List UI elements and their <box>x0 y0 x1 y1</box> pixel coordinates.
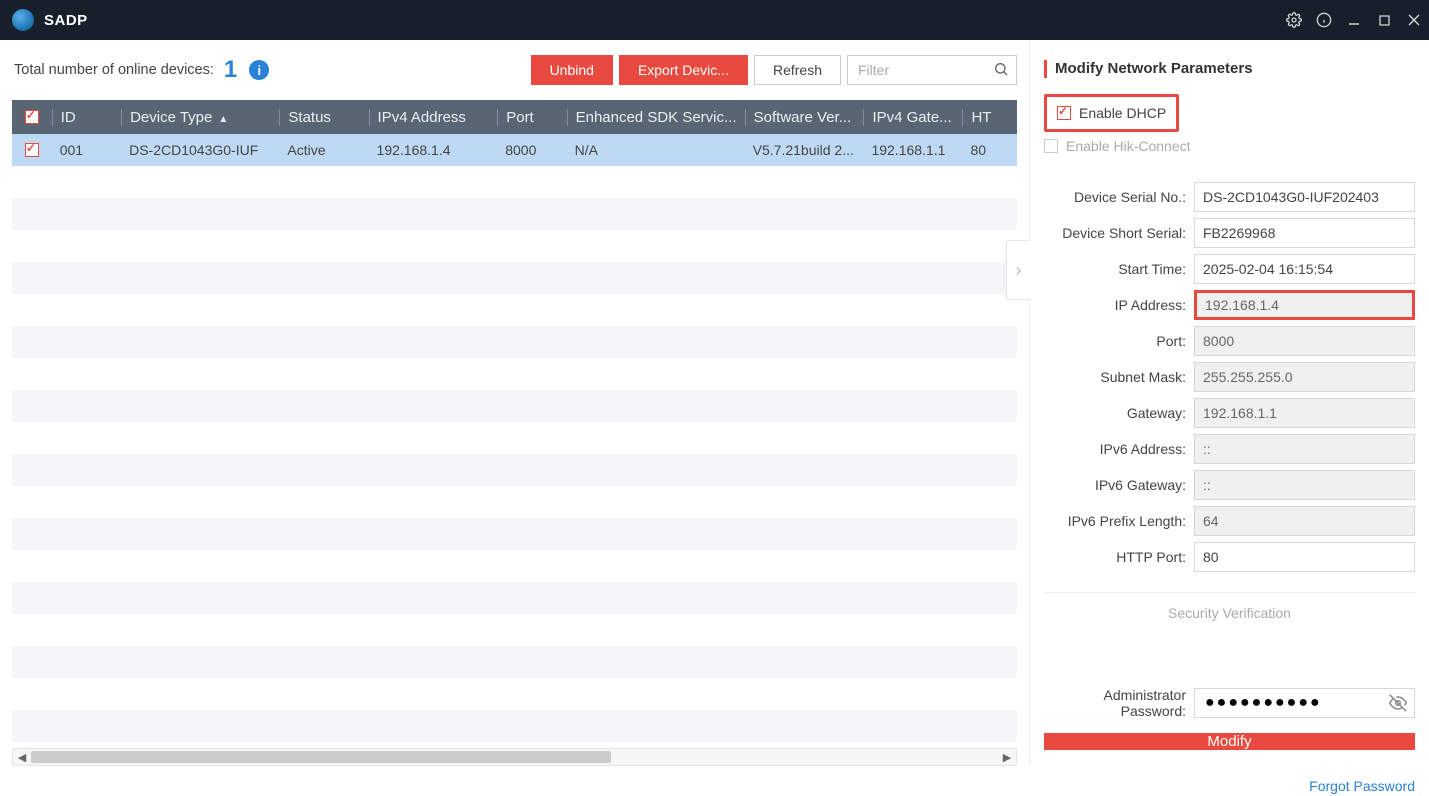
total-devices-count: 1 <box>224 56 237 84</box>
label-ipv6gw: IPv6 Gateway: <box>1044 477 1194 493</box>
device-table: ID Device Type▲ Status IPv4 Address Port… <box>12 100 1017 766</box>
modify-button[interactable]: Modify <box>1044 733 1415 750</box>
enable-dhcp-highlight: Enable DHCP <box>1044 94 1179 132</box>
scroll-thumb[interactable] <box>31 751 611 763</box>
field-port[interactable]: 8000 <box>1194 326 1415 356</box>
header-sdk[interactable]: Enhanced SDK Servic... <box>567 109 745 126</box>
field-gateway[interactable]: 192.168.1.1 <box>1194 398 1415 428</box>
enable-hik-checkbox[interactable] <box>1044 139 1058 153</box>
field-ip[interactable]: 192.168.1.4 <box>1194 290 1415 320</box>
enable-dhcp-checkbox[interactable] <box>1057 106 1071 120</box>
cell-http: 80 <box>962 142 1017 158</box>
maximize-icon[interactable] <box>1369 0 1399 40</box>
table-header: ID Device Type▲ Status IPv4 Address Port… <box>12 100 1017 134</box>
label-port: Port: <box>1044 333 1194 349</box>
cell-ipv4: 192.168.1.4 <box>369 142 498 158</box>
field-httpport[interactable]: 80 <box>1194 542 1415 572</box>
label-gateway: Gateway: <box>1044 405 1194 421</box>
label-ip: IP Address: <box>1044 297 1194 313</box>
toggle-password-visibility-icon[interactable] <box>1389 694 1407 717</box>
field-subnet[interactable]: 255.255.255.0 <box>1194 362 1415 392</box>
field-ipv6gw[interactable]: :: <box>1194 470 1415 500</box>
app-logo-icon <box>12 9 34 31</box>
label-start-time: Start Time: <box>1044 261 1194 277</box>
export-device-button[interactable]: Export Devic... <box>619 55 748 85</box>
header-http[interactable]: HT <box>962 109 1017 126</box>
scroll-right-icon[interactable]: ▶ <box>998 751 1016 764</box>
label-httpport: HTTP Port: <box>1044 549 1194 565</box>
label-short-serial: Device Short Serial: <box>1044 225 1194 241</box>
header-swver[interactable]: Software Ver... <box>745 109 864 126</box>
table-row[interactable]: 001 DS-2CD1043G0-IUF Active 192.168.1.4 … <box>12 134 1017 166</box>
info-icon[interactable] <box>1309 0 1339 40</box>
cell-id: 001 <box>52 142 121 158</box>
cell-status: Active <box>279 142 368 158</box>
label-ipv6addr: IPv6 Address: <box>1044 441 1194 457</box>
label-ipv6plen: IPv6 Prefix Length: <box>1044 513 1194 529</box>
field-short-serial[interactable]: FB2269968 <box>1194 218 1415 248</box>
field-serial[interactable]: DS-2CD1043G0-IUF202403 <box>1194 182 1415 212</box>
cell-gateway: 192.168.1.1 <box>863 142 962 158</box>
field-ipv6addr[interactable]: :: <box>1194 434 1415 464</box>
header-ipv4[interactable]: IPv4 Address <box>369 109 498 126</box>
panel-collapse-handle[interactable]: › <box>1006 240 1030 300</box>
row-checkbox[interactable] <box>12 143 52 157</box>
horizontal-scrollbar[interactable]: ◀ ▶ <box>12 748 1017 766</box>
panel-title: Modify Network Parameters <box>1044 60 1415 78</box>
header-status[interactable]: Status <box>279 109 368 126</box>
cell-sdk: N/A <box>567 142 745 158</box>
modify-network-panel: Modify Network Parameters Enable DHCP En… <box>1029 40 1429 766</box>
app-title: SADP <box>44 12 88 29</box>
info-badge-icon[interactable]: i <box>249 60 269 80</box>
refresh-button[interactable]: Refresh <box>754 55 841 85</box>
header-checkbox[interactable] <box>12 110 52 124</box>
enable-dhcp-label: Enable DHCP <box>1079 105 1166 121</box>
admin-password-input[interactable] <box>1194 688 1415 718</box>
label-serial: Device Serial No.: <box>1044 189 1194 205</box>
unbind-button[interactable]: Unbind <box>531 55 613 85</box>
header-port[interactable]: Port <box>497 109 566 126</box>
sort-asc-icon: ▲ <box>218 114 228 125</box>
cell-swver: V5.7.21build 2... <box>745 142 864 158</box>
empty-rows <box>12 166 1017 742</box>
enable-hik-label: Enable Hik-Connect <box>1066 138 1191 154</box>
header-id[interactable]: ID <box>52 109 121 126</box>
field-ipv6plen[interactable]: 64 <box>1194 506 1415 536</box>
search-icon[interactable] <box>993 61 1009 82</box>
header-device-type[interactable]: Device Type▲ <box>121 109 279 126</box>
cell-port: 8000 <box>497 142 566 158</box>
forgot-password-link[interactable]: Forgot Password <box>1309 778 1415 794</box>
label-admin-password: Administrator Password: <box>1044 687 1194 719</box>
title-bar: SADP <box>0 0 1429 40</box>
field-start-time[interactable]: 2025-02-04 16:15:54 <box>1194 254 1415 284</box>
cell-device-type: DS-2CD1043G0-IUF <box>121 142 279 158</box>
device-list-pane: Total number of online devices: 1 i Unbi… <box>0 40 1029 766</box>
minimize-icon[interactable] <box>1339 0 1369 40</box>
enable-hik-row: Enable Hik-Connect <box>1044 138 1415 154</box>
label-subnet: Subnet Mask: <box>1044 369 1194 385</box>
settings-icon[interactable] <box>1279 0 1309 40</box>
scroll-left-icon[interactable]: ◀ <box>13 751 31 764</box>
security-verification-label: Security Verification <box>1044 592 1415 621</box>
total-devices-label: Total number of online devices: <box>14 62 214 78</box>
close-icon[interactable] <box>1399 0 1429 40</box>
toolbar: Total number of online devices: 1 i Unbi… <box>0 40 1029 100</box>
header-gateway[interactable]: IPv4 Gate... <box>863 109 962 126</box>
filter-input[interactable] <box>847 55 1017 85</box>
